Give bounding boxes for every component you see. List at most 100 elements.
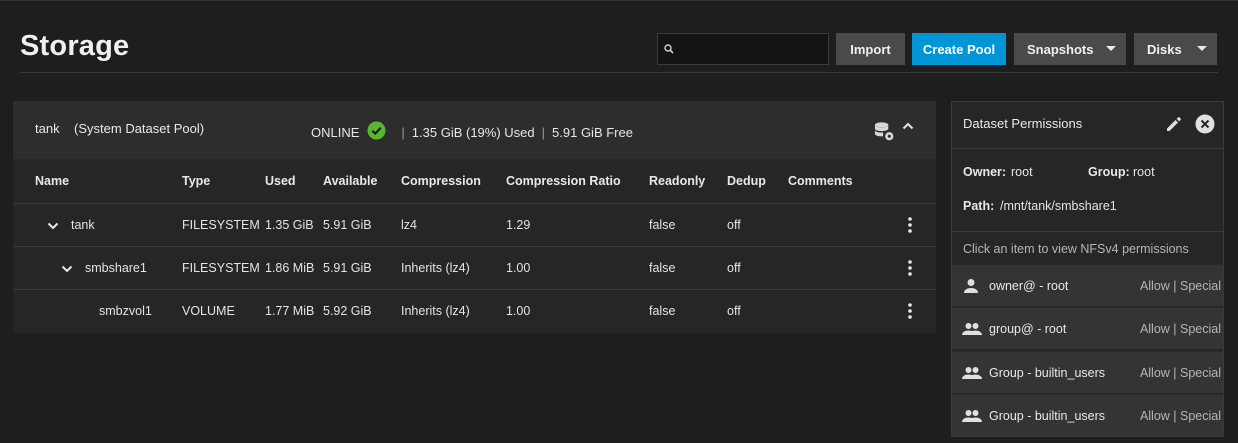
ace-permission: Allow | Special bbox=[1139, 322, 1221, 336]
cell-compression-ratio: 1.29 bbox=[506, 218, 531, 232]
cell-type: VOLUME bbox=[182, 304, 235, 318]
table-row[interactable]: smbzvol1 VOLUME 1.77 MiB 5.92 GiB Inheri… bbox=[13, 289, 936, 332]
more-vert-icon[interactable] bbox=[907, 217, 913, 238]
group-icon bbox=[962, 407, 982, 430]
check-circle-icon bbox=[367, 121, 386, 143]
cell-readonly: false bbox=[649, 304, 676, 318]
separator: | bbox=[541, 124, 546, 140]
page-title: Storage bbox=[20, 30, 130, 62]
pool-panel: tank (System Dataset Pool) ONLINE | 1.35… bbox=[13, 101, 936, 333]
group-value: root bbox=[1133, 165, 1155, 179]
cell-dedup: off bbox=[727, 218, 741, 232]
cell-type: FILESYSTEM bbox=[182, 218, 260, 232]
ace-name: Group - builtin_users bbox=[989, 366, 1106, 380]
cell-compression: lz4 bbox=[401, 218, 417, 232]
chevron-down-icon[interactable] bbox=[60, 262, 74, 281]
ace-permission: Allow | Special bbox=[1139, 279, 1221, 293]
ace-item[interactable]: group@ - root Allow | Special bbox=[952, 307, 1223, 349]
pool-status-text: ONLINE bbox=[311, 124, 360, 140]
divider bbox=[952, 148, 1223, 149]
dataset-permissions-panel: Dataset Permissions Owner: root Group: r… bbox=[951, 101, 1224, 437]
column-header-compression-ratio[interactable]: Compression Ratio bbox=[506, 174, 621, 188]
cell-dedup: off bbox=[727, 261, 741, 275]
cell-available: 5.91 GiB bbox=[323, 261, 372, 275]
ace-name: owner@ - root bbox=[989, 279, 1069, 293]
column-header-type[interactable]: Type bbox=[182, 174, 210, 188]
table-row[interactable]: tank FILESYSTEM 1.35 GiB 5.91 GiB lz4 1.… bbox=[13, 203, 936, 246]
table-row[interactable]: smbshare1 FILESYSTEM 1.86 MiB 5.91 GiB I… bbox=[13, 246, 936, 289]
pool-used: 1.35 GiB (19%) Used bbox=[411, 124, 535, 140]
cell-compression: Inherits (lz4) bbox=[401, 304, 470, 318]
cell-readonly: false bbox=[649, 261, 676, 275]
ace-item[interactable]: Group - builtin_users Allow | Special bbox=[952, 394, 1223, 436]
column-header-compression[interactable]: Compression bbox=[401, 174, 481, 188]
snapshots-button[interactable]: Snapshots bbox=[1014, 33, 1126, 65]
import-button[interactable]: Import bbox=[836, 33, 905, 65]
ace-item[interactable]: Group - builtin_users Allow | Special bbox=[952, 351, 1223, 393]
chevron-up-icon[interactable] bbox=[901, 119, 915, 138]
ace-name: Group - builtin_users bbox=[989, 409, 1106, 423]
cell-name: smbshare1 bbox=[85, 261, 147, 275]
ace-item[interactable]: owner@ - root Allow | Special bbox=[952, 264, 1223, 306]
database-settings-icon[interactable] bbox=[874, 121, 895, 147]
search-box[interactable] bbox=[657, 33, 829, 65]
cell-available: 5.91 GiB bbox=[323, 218, 372, 232]
column-header-used[interactable]: Used bbox=[265, 174, 296, 188]
cell-used: 1.86 MiB bbox=[265, 261, 315, 275]
path-label: Path: bbox=[963, 199, 995, 213]
pool-subtitle: (System Dataset Pool) bbox=[74, 121, 205, 136]
title-divider bbox=[20, 72, 1218, 73]
ace-permission: Allow | Special bbox=[1139, 409, 1221, 423]
panel-title: Dataset Permissions bbox=[963, 116, 1083, 131]
ace-name: group@ - root bbox=[989, 322, 1067, 336]
group-label: Group: bbox=[1088, 165, 1130, 179]
divider bbox=[952, 231, 1223, 232]
more-vert-icon[interactable] bbox=[907, 303, 913, 324]
owner-label: Owner: bbox=[963, 165, 1007, 179]
search-input[interactable] bbox=[680, 41, 820, 57]
create-pool-button-label: Create Pool bbox=[922, 41, 996, 57]
chevron-down-icon[interactable] bbox=[46, 219, 60, 238]
separator: | bbox=[401, 124, 405, 140]
snapshots-button-label: Snapshots bbox=[1027, 41, 1094, 57]
cell-available: 5.92 GiB bbox=[323, 304, 372, 318]
person-icon bbox=[962, 277, 980, 300]
disks-button[interactable]: Disks bbox=[1134, 33, 1217, 65]
more-vert-icon[interactable] bbox=[907, 260, 913, 281]
chevron-down-icon bbox=[1197, 46, 1207, 51]
create-pool-button[interactable]: Create Pool bbox=[912, 33, 1006, 65]
cell-readonly: false bbox=[649, 218, 676, 232]
pool-name: tank (System Dataset Pool) bbox=[35, 121, 204, 136]
cell-type: FILESYSTEM bbox=[182, 261, 260, 275]
pool-free: 5.91 GiB Free bbox=[552, 124, 633, 140]
owner-value: root bbox=[1011, 165, 1033, 179]
pool-status: ONLINE | 1.35 GiB (19%) Used | 5.91 GiB … bbox=[311, 121, 633, 143]
cell-compression-ratio: 1.00 bbox=[506, 304, 531, 318]
cell-compression: Inherits (lz4) bbox=[401, 261, 470, 275]
group-icon bbox=[962, 364, 982, 387]
cell-dedup: off bbox=[727, 304, 741, 318]
group-icon bbox=[962, 320, 982, 343]
edit-icon[interactable] bbox=[1164, 114, 1184, 139]
cell-name: smbzvol1 bbox=[99, 304, 152, 318]
cell-used: 1.77 MiB bbox=[265, 304, 315, 318]
disks-button-label: Disks bbox=[1147, 41, 1182, 57]
column-header-readonly[interactable]: Readonly bbox=[649, 174, 705, 188]
chevron-down-icon bbox=[1106, 46, 1116, 51]
cell-compression-ratio: 1.00 bbox=[506, 261, 531, 275]
import-button-label: Import bbox=[850, 41, 891, 57]
search-icon bbox=[658, 44, 680, 54]
path-value: /mnt/tank/smbshare1 bbox=[1000, 199, 1117, 213]
table-header: Name Type Used Available Compression Com… bbox=[13, 159, 936, 203]
cell-name: tank bbox=[71, 218, 95, 232]
pool-header: tank (System Dataset Pool) ONLINE | 1.35… bbox=[13, 101, 936, 159]
column-header-name[interactable]: Name bbox=[35, 174, 69, 188]
ace-permission: Allow | Special bbox=[1139, 366, 1221, 380]
column-header-available[interactable]: Available bbox=[323, 174, 377, 188]
column-header-comments[interactable]: Comments bbox=[788, 174, 853, 188]
cell-used: 1.35 GiB bbox=[265, 218, 314, 232]
permissions-hint: Click an item to view NFSv4 permissions bbox=[963, 242, 1189, 256]
close-icon[interactable] bbox=[1195, 114, 1215, 139]
pool-name-text: tank bbox=[35, 121, 60, 136]
column-header-dedup[interactable]: Dedup bbox=[727, 174, 766, 188]
